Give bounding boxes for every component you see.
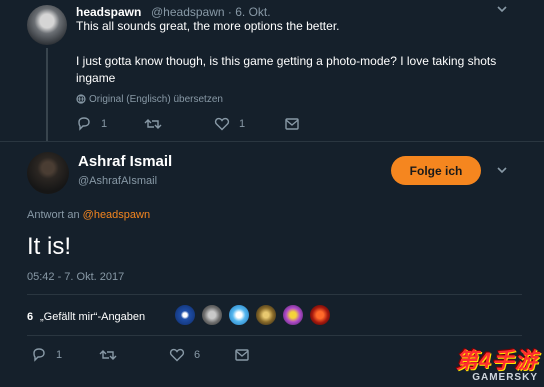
heart-icon — [214, 117, 230, 131]
reply-icon — [33, 348, 45, 362]
reply-context: Antwort an @headspawn — [27, 209, 150, 221]
reply-count: 1 — [101, 118, 108, 130]
watermark-title: 第4手游 — [455, 348, 538, 373]
like-count: 6 — [194, 349, 201, 361]
direct-message-button[interactable] — [234, 348, 250, 362]
liker-avatars — [174, 304, 331, 326]
liker-avatar[interactable] — [282, 304, 304, 326]
retweet-icon — [99, 350, 117, 360]
direct-message-button[interactable] — [284, 117, 300, 131]
main-tweet-timestamp[interactable]: 05:42 - 7. Okt. 2017 — [27, 271, 124, 283]
reply-mention-link[interactable]: @headspawn — [83, 209, 150, 221]
top-tweet-text-line: I just gotta know though, is this game g… — [76, 54, 497, 68]
main-tweet-text: It is! — [27, 233, 72, 260]
liker-avatar[interactable] — [201, 304, 223, 326]
reply-button[interactable]: 1 — [76, 117, 107, 131]
reply-button[interactable]: 1 — [31, 348, 62, 362]
translate-link[interactable]: Original (Englisch) übersetzen — [89, 94, 223, 105]
reply-icon — [78, 117, 90, 131]
chevron-down-icon[interactable] — [496, 3, 508, 15]
headspawn-avatar[interactable] — [27, 5, 67, 45]
retweet-button[interactable] — [144, 117, 171, 131]
top-tweet-handle-date[interactable]: @headspawn · 6. Okt. — [151, 5, 271, 19]
heart-icon — [169, 348, 185, 362]
reply-count: 1 — [56, 349, 63, 361]
main-tweet-actions: 1 6 — [31, 348, 271, 366]
thread-connector-line — [46, 48, 48, 142]
main-tweet-handle[interactable]: @AshrafAIsmail — [78, 175, 157, 187]
envelope-icon — [235, 349, 249, 361]
top-tweet-text-line: ingame — [76, 71, 116, 85]
liker-avatar[interactable] — [255, 304, 277, 326]
top-tweet-actions: 1 1 — [76, 117, 316, 135]
top-tweet-text-line: This all sounds great, the more options … — [76, 19, 340, 33]
likes-label[interactable]: „Gefällt mir“-Angaben — [40, 311, 145, 323]
liker-avatar[interactable] — [174, 304, 196, 326]
retweet-button[interactable] — [99, 348, 126, 362]
divider — [27, 335, 522, 336]
chevron-down-icon[interactable] — [496, 164, 508, 176]
like-button[interactable]: 6 — [169, 348, 200, 362]
like-count: 1 — [239, 118, 246, 130]
liker-avatar[interactable] — [228, 304, 250, 326]
envelope-icon — [285, 118, 299, 130]
divider — [27, 294, 522, 295]
main-tweet-author-name[interactable]: Ashraf Ismail — [78, 153, 172, 170]
top-tweet-author-name[interactable]: headspawn — [76, 5, 141, 19]
ashraf-ismail-avatar[interactable] — [27, 152, 69, 194]
site-watermark: 第4手游 GAMERSKY — [456, 343, 538, 383]
retweet-icon — [144, 119, 162, 129]
divider — [0, 141, 544, 142]
like-button[interactable]: 1 — [214, 117, 245, 131]
following-button[interactable]: Folge ich — [391, 156, 481, 185]
likes-total[interactable]: 6 — [27, 311, 33, 323]
liker-avatar[interactable] — [309, 304, 331, 326]
globe-icon — [76, 94, 86, 104]
reply-prefix: Antwort an — [27, 209, 80, 221]
